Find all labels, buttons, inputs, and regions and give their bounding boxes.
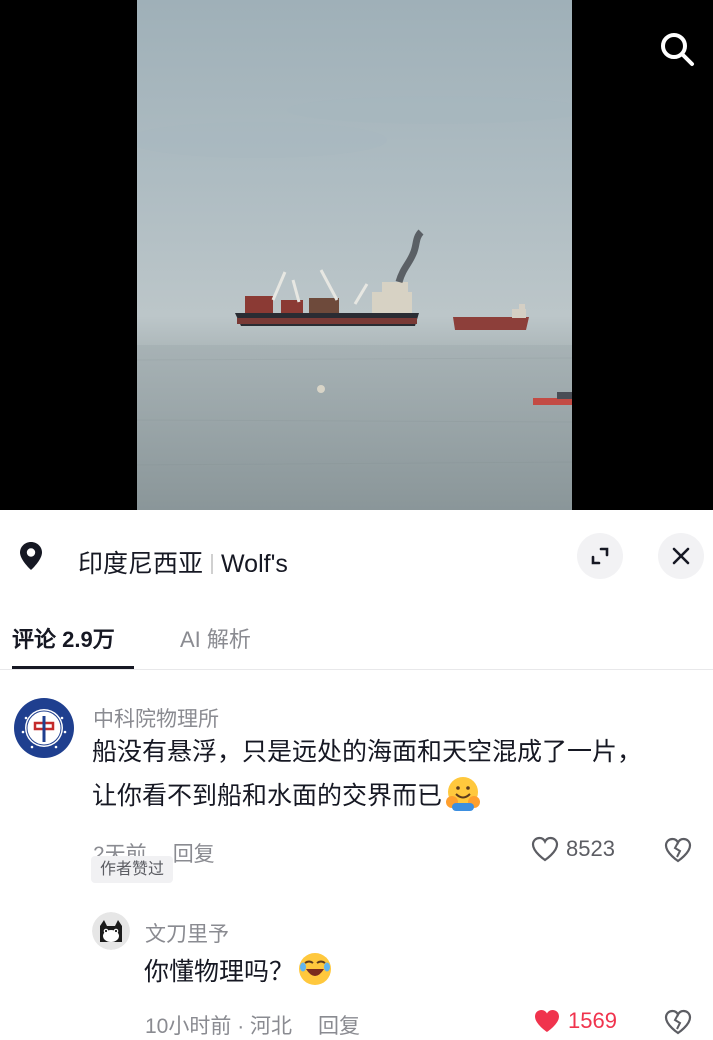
- like-button[interactable]: 1569: [532, 1007, 617, 1035]
- comment-username[interactable]: 文刀里予: [145, 918, 229, 948]
- active-tab-indicator: [12, 666, 134, 669]
- comment-username[interactable]: 中科院物理所: [93, 703, 219, 733]
- location-pin-icon: [20, 542, 42, 570]
- comment-meta: 10小时前 · 河北 回复: [145, 1010, 360, 1040]
- location-bar: 印度尼西亚 Wolf's: [0, 510, 713, 600]
- comment-text: 你懂物理吗？: [144, 950, 334, 994]
- close-icon: [672, 547, 690, 565]
- comment-text: 船没有悬浮，只是远处的海面和天空混成了一片， 让你看不到船和水面的交界而已: [92, 731, 642, 818]
- reply-item: 文刀里予 你懂物理吗？ 10小时前 · 河北 回复 1569: [0, 906, 713, 1040]
- like-count: 1569: [568, 1008, 617, 1033]
- author-liked-badge: 作者赞过: [91, 856, 174, 883]
- institute-logo-avatar: [12, 696, 76, 760]
- avatar[interactable]: [12, 696, 76, 760]
- like-count: 8523: [566, 836, 615, 861]
- comment-tabs: 评论 2.9万 AI 解析: [0, 600, 713, 670]
- close-button[interactable]: [658, 533, 704, 579]
- heart-icon: [531, 836, 559, 862]
- comment-time: 10小时前 · 河北: [145, 1015, 293, 1038]
- cat-avatar: [92, 912, 130, 950]
- comment-item: 中科院物理所 船没有悬浮，只是远处的海面和天空混成了一片， 让你看不到船和水面的…: [0, 671, 713, 911]
- heart-icon: [535, 1010, 559, 1032]
- comment-text-span: 你懂物理吗？: [144, 958, 295, 986]
- comment-text-line: 船没有悬浮，只是远处的海面和天空混成了一片，: [92, 738, 643, 766]
- reply-button[interactable]: 回复: [318, 1015, 360, 1038]
- reply-button[interactable]: 回复: [173, 843, 215, 866]
- tab-comments[interactable]: 评论 2.9万: [12, 622, 115, 654]
- dislike-heart-icon[interactable]: [662, 1007, 694, 1037]
- search-icon: [661, 33, 694, 66]
- tab-ai-analysis[interactable]: AI 解析: [180, 622, 251, 654]
- location-separator: [211, 554, 214, 574]
- location-account: Wolf's: [221, 550, 288, 578]
- video-frame[interactable]: [137, 0, 572, 510]
- video-player[interactable]: [0, 0, 713, 510]
- comment-text-span: 让你看不到船和水面的交界而已: [92, 782, 443, 810]
- comment-text-line-2: 让你看不到船和水面的交界而已: [92, 774, 642, 818]
- search-button[interactable]: [652, 24, 702, 74]
- expand-icon: [591, 547, 609, 565]
- location-place: 印度尼西亚: [78, 550, 204, 578]
- sea-ships-scene: [137, 0, 572, 510]
- expand-button[interactable]: [577, 533, 623, 579]
- avatar[interactable]: [92, 912, 130, 950]
- like-button[interactable]: 8523: [530, 835, 615, 863]
- location-label[interactable]: 印度尼西亚 Wolf's: [78, 544, 288, 580]
- hug-emoji-icon: [446, 777, 481, 811]
- dislike-heart-icon[interactable]: [662, 835, 694, 865]
- laugh-emoji-icon: [299, 953, 332, 985]
